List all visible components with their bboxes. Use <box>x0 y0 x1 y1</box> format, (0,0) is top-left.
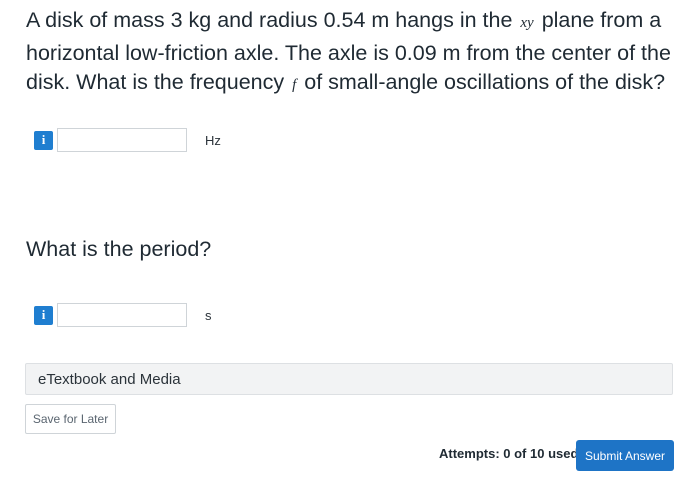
variable-xy: xy <box>520 15 534 31</box>
answer-row-frequency: i Hz <box>34 126 221 154</box>
etextbook-and-media-button[interactable]: eTextbook and Media <box>25 363 673 395</box>
answer-row-period: i s <box>34 301 212 329</box>
question-text: A disk of mass 3 kg and radius 0.54 m ha… <box>26 6 686 101</box>
period-input[interactable] <box>57 303 187 327</box>
period-unit: s <box>205 307 212 323</box>
question-text-part3: of small-angle oscillations of the disk? <box>298 70 666 94</box>
frequency-input[interactable] <box>57 128 187 152</box>
info-icon[interactable]: i <box>34 305 53 325</box>
save-for-later-button[interactable]: Save for Later <box>25 404 116 434</box>
period-question: What is the period? <box>26 237 212 261</box>
frequency-unit: Hz <box>205 132 221 148</box>
submit-answer-button[interactable]: Submit Answer <box>576 440 674 471</box>
question-text-part1: A disk of mass 3 kg and radius 0.54 m ha… <box>26 8 519 32</box>
info-icon[interactable]: i <box>34 130 53 150</box>
attempts-counter: Attempts: 0 of 10 used <box>439 446 579 461</box>
